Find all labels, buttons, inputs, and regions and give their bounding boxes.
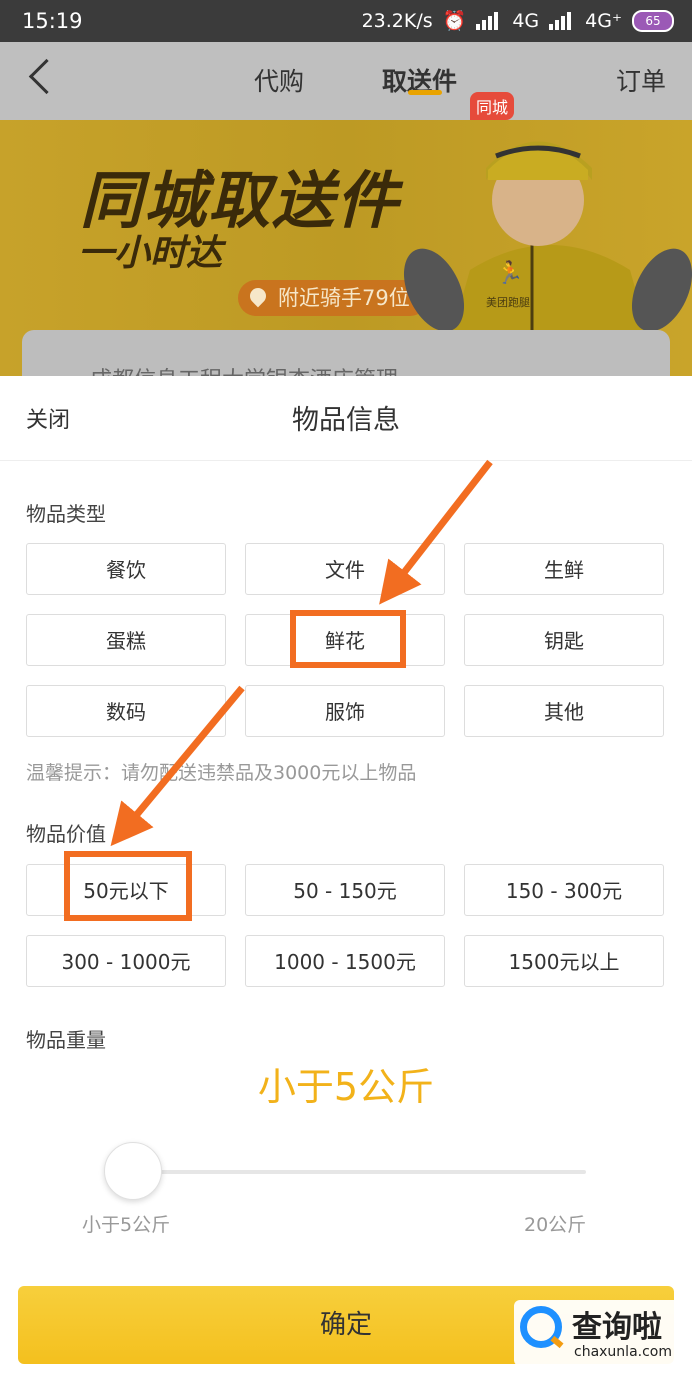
watermark-name: 查询啦	[572, 1310, 662, 1345]
arrow-to-under-50	[110, 685, 245, 847]
arrow-to-flowers	[379, 459, 493, 605]
magnifier-q-icon	[520, 1306, 562, 1348]
watermark-logo: 查询啦 chaxunla.com	[514, 1300, 684, 1366]
watermark-url: chaxunla.com	[574, 1344, 672, 1360]
annotation-arrows	[110, 459, 493, 847]
